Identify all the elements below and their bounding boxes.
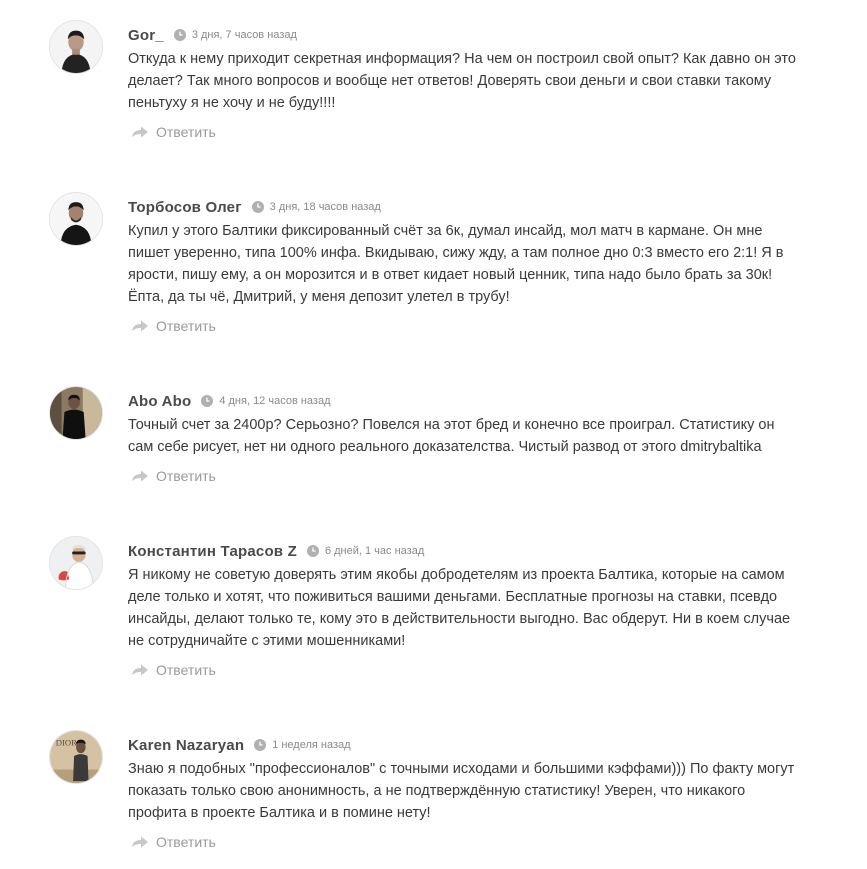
reply-button[interactable]: Ответить (130, 468, 216, 484)
author-name[interactable]: Торбосов Олег (128, 199, 242, 216)
clock-icon (173, 29, 186, 41)
reply-icon (130, 468, 150, 484)
reply-button[interactable]: Ответить (130, 318, 216, 334)
avatar[interactable] (49, 20, 103, 74)
comment-text: Я никому не советую доверять этим якобы … (128, 567, 791, 649)
avatar[interactable]: DIOR (49, 730, 103, 784)
clock-icon (201, 395, 214, 407)
comment-text: Точный счет за 2400р? Серьозно? Повелся … (128, 417, 775, 455)
comment-timestamp[interactable]: 3 дня, 7 часов назад (192, 29, 297, 41)
reply-label: Ответить (156, 468, 216, 484)
reply-icon (130, 124, 150, 140)
avatar[interactable] (49, 386, 103, 440)
author-name[interactable]: Gor_ (128, 27, 164, 44)
comment-timestamp[interactable]: 4 дня, 12 часов назад (219, 395, 330, 407)
avatar[interactable] (49, 192, 103, 246)
clock-icon (254, 739, 267, 751)
reply-label: Ответить (156, 124, 216, 140)
svg-text:DIOR: DIOR (56, 737, 77, 747)
reply-label: Ответить (156, 318, 216, 334)
reply-label: Ответить (156, 662, 216, 678)
reply-label: Ответить (156, 834, 216, 850)
reply-icon (130, 318, 150, 334)
reply-icon (130, 662, 150, 678)
avatar[interactable] (49, 536, 103, 590)
reply-button[interactable]: Ответить (130, 662, 216, 678)
comment-timestamp[interactable]: 3 дня, 18 часов назад (270, 201, 381, 213)
comment-timestamp[interactable]: 6 дней, 1 час назад (325, 545, 424, 557)
reply-icon (130, 834, 150, 850)
author-name[interactable]: Abo Abo (128, 393, 191, 410)
comment-text: Знаю я подобных "профессионалов" с точны… (128, 761, 795, 821)
reply-button[interactable]: Ответить (130, 124, 216, 140)
comment-text: Купил у этого Балтики фиксированный счёт… (128, 223, 784, 305)
comment-timestamp[interactable]: 1 неделя назад (272, 739, 350, 751)
comment-text: Откуда к нему приходит секретная информа… (128, 51, 796, 111)
author-name[interactable]: Karen Nazaryan (128, 737, 244, 754)
clock-icon (306, 545, 319, 557)
clock-icon (251, 201, 264, 213)
author-name[interactable]: Константин Тарасов Z (128, 543, 297, 560)
reply-button[interactable]: Ответить (130, 834, 216, 850)
